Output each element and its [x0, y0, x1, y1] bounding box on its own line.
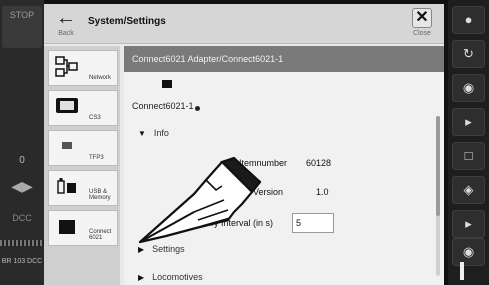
- usb-memory-icon: [51, 175, 83, 203]
- category-cs3[interactable]: CS3: [48, 90, 118, 126]
- device-name-row[interactable]: Connect6021-1: [132, 101, 200, 111]
- section-locomotives-label: Locomotives: [152, 272, 203, 282]
- scrollbar-thumb[interactable]: [436, 116, 440, 216]
- sound-icon[interactable]: ◉: [452, 74, 485, 102]
- close-label: Close: [413, 30, 431, 37]
- back-button[interactable]: ← Back: [52, 8, 80, 40]
- light-icon[interactable]: ●: [452, 6, 485, 34]
- cs3-icon: [51, 95, 83, 123]
- category-network[interactable]: Network: [48, 50, 118, 86]
- speed-value: 0: [19, 155, 25, 166]
- category-usb-memory[interactable]: USB & Memory: [48, 170, 118, 206]
- item-number-value: 60128: [306, 158, 332, 168]
- device-name: Connect6021-1: [132, 101, 194, 111]
- close-button[interactable]: ✕ Close: [408, 8, 436, 40]
- edit-icon: [194, 106, 200, 111]
- back-arrow-icon: ←: [56, 7, 76, 29]
- left-control-strip: STOP 0 ◀▶ DCC BR 103 DCC: [0, 0, 44, 285]
- category-connect6021[interactable]: Connect 6021: [48, 210, 118, 246]
- section-info[interactable]: ▼ Info: [138, 128, 169, 138]
- section-locomotives[interactable]: ▶ Locomotives: [138, 272, 203, 282]
- close-icon: ✕: [412, 8, 432, 28]
- device-icon: [162, 80, 172, 88]
- collapse-triangle-icon: ▼: [138, 129, 146, 138]
- category-label: CS3: [89, 115, 101, 122]
- function-strip: ● ↻ ◉ ▸ □ ◈ ▸ ◉: [448, 0, 489, 285]
- speed-bar[interactable]: [0, 240, 44, 246]
- dcc-label: DCC: [12, 213, 32, 223]
- pointing-hand-icon: [136, 150, 266, 250]
- category-label: TFP3: [89, 155, 104, 162]
- connect6021-icon: [51, 215, 83, 243]
- stop-label: STOP: [9, 10, 35, 20]
- section-info-label: Info: [153, 128, 169, 138]
- cs3-screen: STOP 0 ◀▶ DCC BR 103 DCC ← Back System/S…: [0, 0, 489, 285]
- loco-label: BR 103 DCC: [1, 258, 43, 265]
- coupler-icon[interactable]: □: [452, 142, 485, 170]
- back-label: Back: [58, 30, 74, 37]
- category-label: Network: [89, 75, 112, 82]
- version-value: 1.0: [316, 187, 329, 197]
- direction-icon: ◀▶: [11, 178, 33, 194]
- category-label: USB & Memory: [89, 188, 111, 202]
- dialog-title: System/Settings: [88, 16, 166, 27]
- content-heading: Connect6021 Adapter/Connect6021-1: [124, 46, 444, 72]
- category-label: Connect 6021: [89, 228, 112, 242]
- direction-button[interactable]: ◀▶: [4, 178, 40, 200]
- horn-icon[interactable]: ▸: [452, 108, 485, 136]
- interval-input[interactable]: 5: [292, 213, 334, 233]
- sound-2-icon[interactable]: ◉: [452, 238, 485, 266]
- category-tfp3[interactable]: TFP3: [48, 130, 118, 166]
- stop-button[interactable]: STOP: [2, 6, 42, 48]
- smoke-icon[interactable]: ◈: [452, 176, 485, 204]
- category-list: Network CS3 TFP3 USB & Memory Connect 60…: [44, 46, 120, 285]
- expand-triangle-icon: ▶: [138, 273, 145, 282]
- network-icon: [51, 55, 83, 83]
- whistle-icon[interactable]: ↻: [452, 40, 485, 68]
- tfp3-icon: [51, 135, 83, 163]
- dialog-header: ← Back System/Settings ✕ Close: [44, 4, 444, 44]
- bell-icon[interactable]: ▸: [452, 210, 485, 238]
- level-bar: [460, 262, 464, 280]
